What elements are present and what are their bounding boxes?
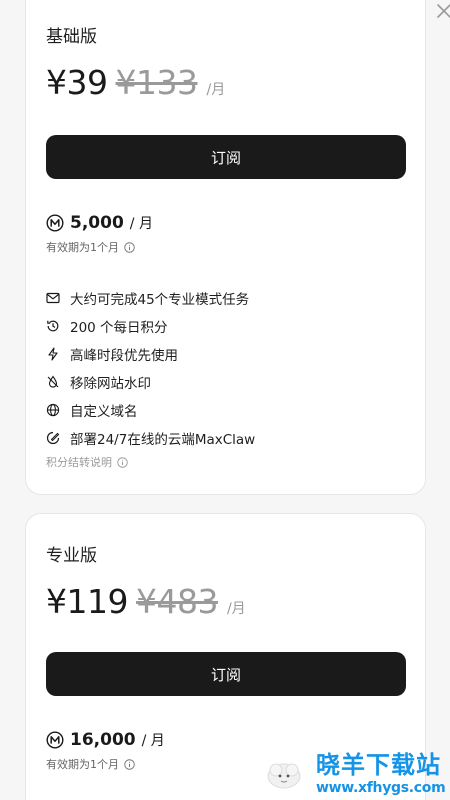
- plan-name: 专业版: [46, 546, 97, 566]
- watermark-title: 晓羊下载站: [316, 751, 441, 779]
- sheep-logo-icon: [267, 763, 301, 789]
- price-row: ¥39 ¥133 /月: [46, 63, 225, 102]
- credits-amount: 16,000: [70, 730, 136, 750]
- cloud-deploy-icon: [46, 431, 60, 445]
- credits-row: 5,000 / 月: [46, 213, 153, 233]
- site-watermark: 晓羊下载站 www.xfhygs.com: [262, 748, 450, 800]
- validity-note: 有效期为1个月: [46, 756, 135, 772]
- validity-text: 有效期为1个月: [46, 758, 119, 771]
- feature-text: 大约可完成45个专业模式任务: [70, 292, 250, 308]
- mail-icon: [46, 292, 60, 304]
- feature-item: 200 个每日积分: [46, 312, 255, 340]
- info-icon[interactable]: [124, 241, 135, 253]
- credits-explanation-text: 积分结转说明: [46, 456, 112, 469]
- info-icon[interactable]: [124, 758, 135, 770]
- credits-coin-icon: [46, 214, 64, 232]
- no-watermark-icon: [47, 375, 59, 388]
- price-period: /月: [206, 82, 226, 98]
- validity-note: 有效期为1个月: [46, 239, 135, 255]
- feature-item: 大约可完成45个专业模式任务: [46, 284, 255, 312]
- credits-row: 16,000 / 月: [46, 730, 165, 750]
- credits-unit: / 月: [129, 216, 153, 232]
- close-icon: [437, 4, 450, 18]
- price-period: /月: [226, 601, 246, 617]
- feature-item: 部署24/7在线的云端MaxClaw: [46, 424, 255, 452]
- subscribe-button[interactable]: 订阅: [46, 652, 406, 696]
- plan-card-basic: 基础版 ¥39 ¥133 /月 订阅 5,000 / 月 有效期为1个月 大约可…: [25, 0, 450, 495]
- credits-explanation-link[interactable]: 积分结转说明: [46, 454, 128, 470]
- credits-coin-icon: [46, 731, 64, 749]
- credits-unit: / 月: [141, 733, 165, 749]
- watermark-text: 晓羊下载站 www.xfhygs.com: [316, 751, 446, 796]
- original-price: ¥133: [115, 63, 198, 102]
- feature-text: 自定义域名: [70, 404, 138, 420]
- original-price: ¥483: [135, 582, 218, 621]
- price: ¥119: [46, 582, 128, 621]
- feature-item: 移除网站水印: [46, 368, 255, 396]
- credits-amount: 5,000: [70, 213, 124, 233]
- globe-icon: [46, 403, 60, 417]
- plan-name: 基础版: [46, 27, 97, 47]
- feature-text: 200 个每日积分: [70, 320, 168, 336]
- close-button[interactable]: [433, 0, 450, 22]
- price: ¥39: [46, 63, 108, 102]
- feature-list: 大约可完成45个专业模式任务 200 个每日积分 高峰时段优先使用 移除网站水印…: [46, 284, 255, 452]
- feature-item: 自定义域名: [46, 396, 255, 424]
- validity-text: 有效期为1个月: [46, 241, 119, 254]
- info-icon: [117, 456, 128, 468]
- feature-text: 高峰时段优先使用: [70, 348, 178, 364]
- subscribe-button[interactable]: 订阅: [46, 135, 406, 179]
- feature-item: 高峰时段优先使用: [46, 340, 255, 368]
- feature-text: 移除网站水印: [70, 376, 151, 392]
- feature-text: 部署24/7在线的云端MaxClaw: [70, 432, 256, 448]
- lightning-icon: [48, 347, 58, 361]
- watermark-url: www.xfhygs.com: [316, 780, 446, 796]
- pricing-page: 基础版 ¥39 ¥133 /月 订阅 5,000 / 月 有效期为1个月 大约可…: [0, 0, 450, 800]
- price-row: ¥119 ¥483 /月: [46, 582, 246, 621]
- history-icon: [47, 320, 59, 332]
